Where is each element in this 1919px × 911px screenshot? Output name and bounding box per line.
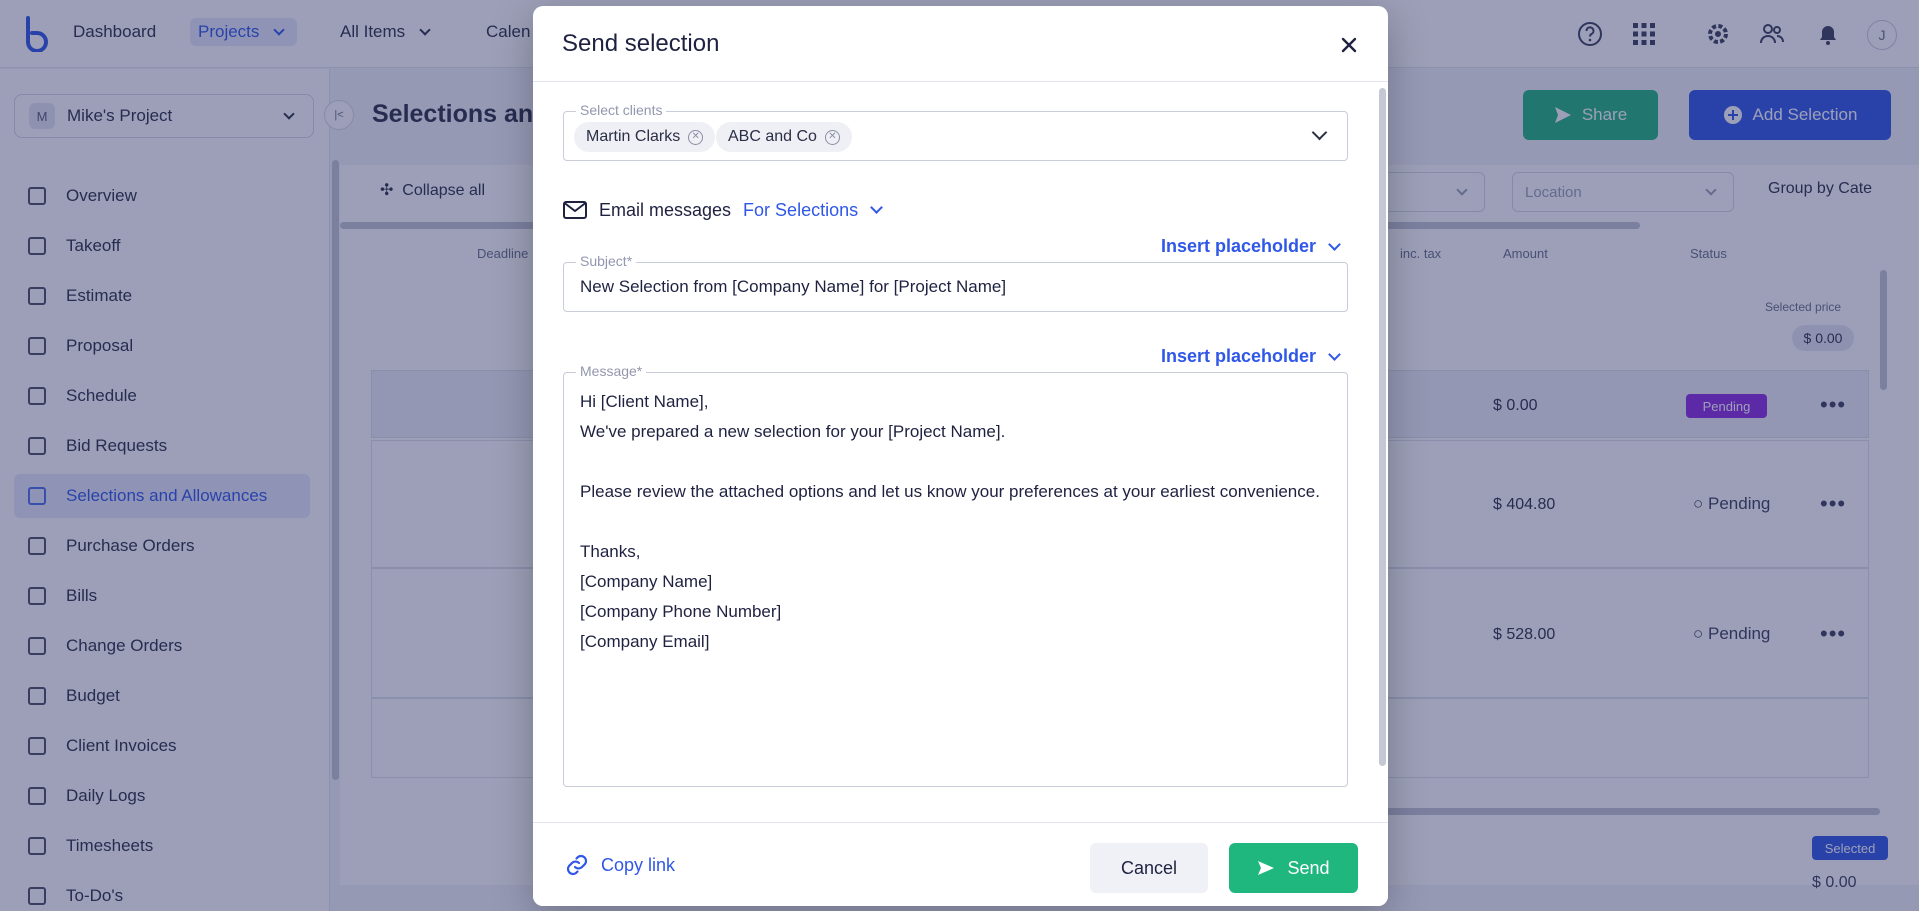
remove-chip-icon[interactable]: ✕ [688,129,704,145]
email-messages-row: Email messages For Selections [563,196,883,224]
message-insert-placeholder[interactable]: Insert placeholder [1161,346,1341,367]
subject-label: Subject* [576,253,637,269]
chevron-down-icon[interactable] [1311,124,1328,141]
dialog-title: Send selection [562,30,720,57]
chevron-down-icon [1328,237,1341,251]
email-messages-label: Email messages [599,199,732,220]
dialog-footer: Copy link Cancel Send [533,822,1388,906]
send-button[interactable]: Send [1229,843,1358,893]
dialog-scrollbar[interactable] [1379,88,1386,766]
mail-icon [563,201,587,219]
link-icon [566,854,588,876]
client-chip: ABC and Co ✕ [716,122,852,152]
remove-chip-icon[interactable]: ✕ [824,129,840,145]
subject-insert-placeholder[interactable]: Insert placeholder [1161,236,1341,257]
message-label: Message* [576,363,647,379]
select-clients-label: Select clients [576,102,667,118]
client-chip: Martin Clarks ✕ [574,122,716,152]
message-field[interactable]: Message* Hi [Client Name], We've prepare… [563,363,1348,787]
send-selection-dialog: Send selection Select clients Martin Cla… [533,6,1388,906]
message-textarea[interactable]: Hi [Client Name], We've prepared a new s… [580,387,1320,657]
subject-field[interactable]: Subject* [563,253,1348,312]
chevron-down-icon[interactable] [870,201,883,214]
email-type-dropdown[interactable]: For Selections [743,200,858,221]
subject-input[interactable] [580,277,1320,297]
close-icon [1341,37,1357,53]
dialog-header: Send selection [533,6,1388,82]
send-icon [1258,861,1275,875]
chevron-down-icon [1328,347,1341,361]
copy-link-button[interactable]: Copy link [565,853,675,877]
close-button[interactable] [1334,30,1364,60]
select-clients-field[interactable]: Select clients Martin Clarks ✕ ABC and C… [563,102,1348,161]
cancel-button[interactable]: Cancel [1090,843,1208,893]
